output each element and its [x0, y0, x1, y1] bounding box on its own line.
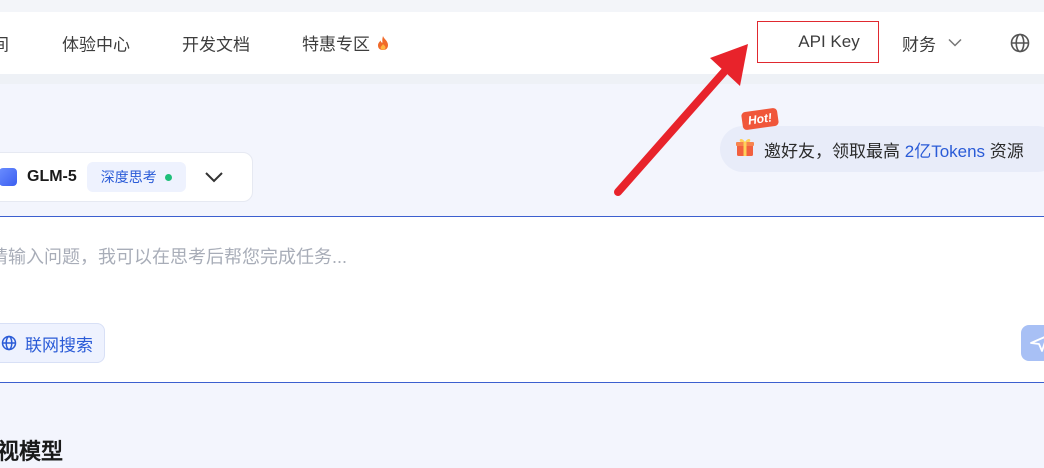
nav-item-special-offers-label: 特惠专区	[302, 35, 370, 54]
finance-label: 财务	[902, 35, 936, 55]
top-strip	[0, 0, 1044, 12]
nav-item-clipped[interactable]: 间	[0, 31, 9, 56]
promo-suffix: 资源	[985, 141, 1024, 161]
section-title: 视模型	[0, 439, 64, 464]
api-key-link[interactable]: API Key	[757, 21, 879, 63]
nav-item-special-offers[interactable]: 特惠专区	[302, 30, 390, 56]
nav-divider	[0, 74, 1044, 84]
web-search-button[interactable]: 联网搜索	[0, 323, 105, 363]
promo-highlight: 2亿Tokens	[904, 141, 986, 161]
promo-text-main: 邀好友，领取最高	[764, 141, 905, 161]
nav-item-dev-docs[interactable]: 开发文档	[182, 31, 250, 56]
promo-text: 邀好友，领取最高 2亿Tokens 资源	[764, 137, 1024, 162]
web-search-label: 联网搜索	[25, 335, 93, 355]
annotation-arrow-icon	[614, 44, 748, 196]
status-dot	[164, 173, 172, 181]
globe-icon	[1, 335, 17, 351]
send-icon	[1030, 336, 1044, 352]
top-nav: 间 体验中心 开发文档 特惠专区 API Key 财务	[0, 12, 1044, 74]
model-selector[interactable]: GLM-5 深度思考	[0, 152, 253, 202]
chat-input[interactable]: 请输入问题，我可以在思考后帮您完成任务...	[0, 243, 347, 269]
deep-thinking-toggle[interactable]: 深度思考	[86, 162, 186, 192]
chevron-down-icon	[948, 38, 962, 47]
globe-icon[interactable]	[1009, 32, 1031, 54]
nav-item-experience-center[interactable]: 体验中心	[62, 31, 130, 56]
model-name: GLM-5	[27, 168, 77, 185]
model-logo-icon	[0, 168, 17, 186]
chevron-down-icon[interactable]	[204, 171, 224, 183]
send-button[interactable]	[1021, 325, 1044, 361]
fire-icon	[376, 35, 390, 56]
finance-menu[interactable]: 财务	[902, 31, 962, 56]
deep-thinking-label: 深度思考	[100, 169, 157, 185]
api-key-label: API Key	[798, 32, 860, 51]
chat-input-panel	[0, 216, 1044, 383]
